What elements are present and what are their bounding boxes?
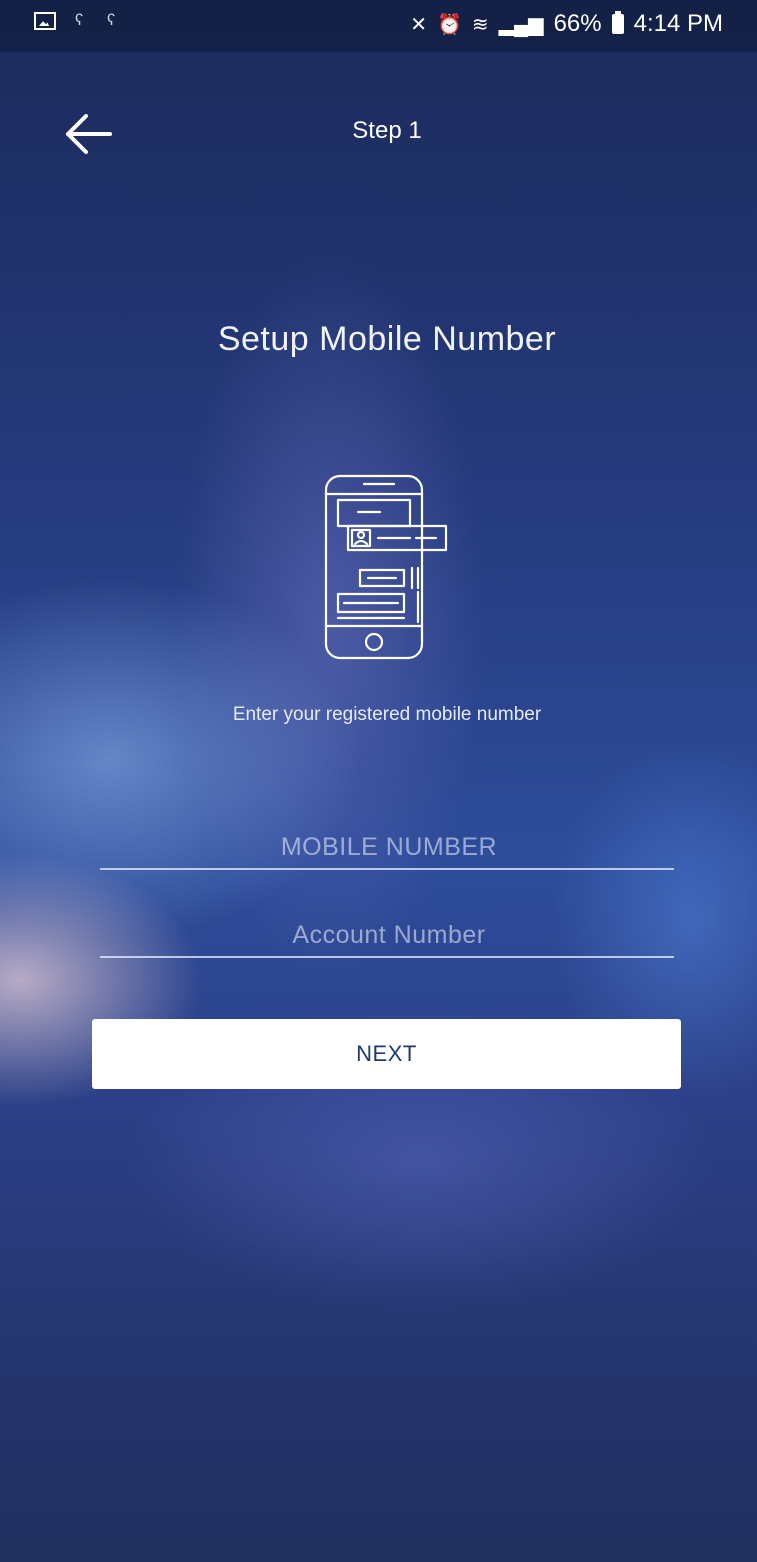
mobile-number-input[interactable] — [100, 824, 678, 870]
battery-icon — [611, 11, 624, 34]
alarm-icon: ⏰ — [436, 13, 462, 36]
clock: 4:14 PM — [633, 10, 723, 37]
setup-mobile-screen: ʕ ʕ ✕ ⏰ ≋ ▂▄▆ 66% 4:14 PM Step 1 Setup M… — [0, 0, 757, 1562]
wifi-icon: ≋ — [471, 13, 489, 36]
status-bar: ʕ ʕ ✕ ⏰ ≋ ▂▄▆ 66% 4:14 PM — [0, 0, 757, 52]
battery-percent: 66% — [553, 10, 602, 37]
mobile-number-field — [100, 824, 678, 870]
next-button[interactable]: NEXT — [92, 1019, 681, 1089]
mute-icon: ✕ — [410, 13, 427, 36]
account-number-field — [100, 912, 678, 958]
key-icon: ʕ — [107, 12, 115, 29]
key-icon: ʕ — [75, 12, 83, 29]
instruction-text: Enter your registered mobile number — [232, 704, 542, 725]
phone-form-icon — [324, 474, 448, 660]
image-icon — [34, 12, 56, 30]
account-number-input[interactable] — [100, 912, 678, 958]
signal-icon: ▂▄▆ — [498, 13, 544, 36]
page-title: Setup Mobile Number — [217, 320, 557, 358]
step-title: Step 1 — [352, 117, 422, 144]
